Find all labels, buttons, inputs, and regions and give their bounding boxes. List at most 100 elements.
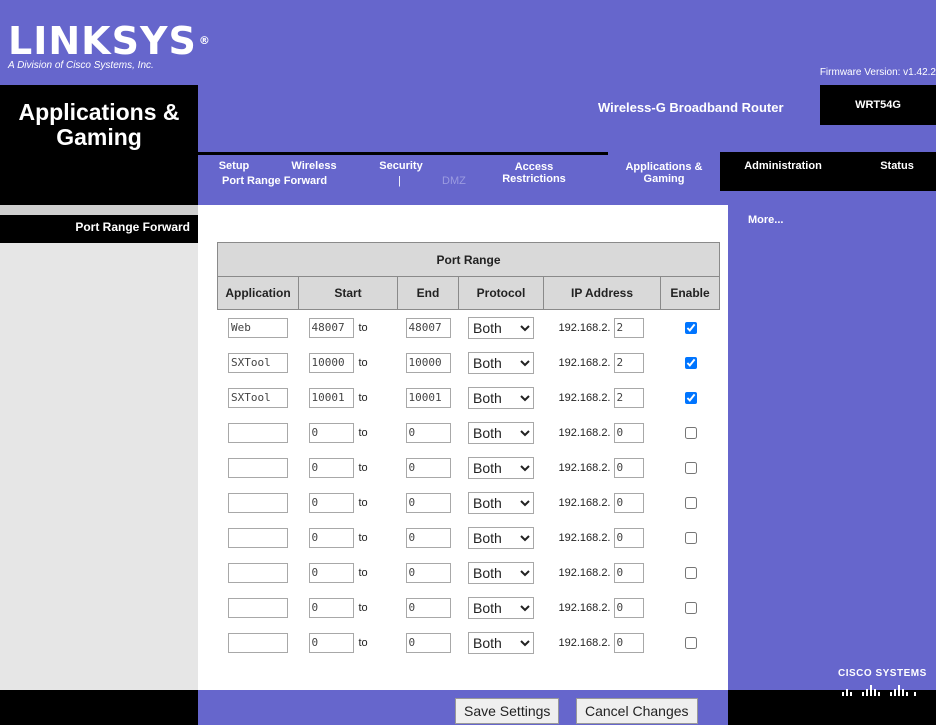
tab-access-restrictions[interactable]: Access Restrictions xyxy=(496,161,572,185)
end-port-input[interactable] xyxy=(405,387,451,408)
protocol-select[interactable]: Both xyxy=(468,561,534,584)
start-port-input[interactable] xyxy=(308,597,354,618)
tab-security[interactable]: Security xyxy=(373,160,429,172)
start-port-input[interactable] xyxy=(308,562,354,583)
application-cell xyxy=(218,380,299,415)
application-cell xyxy=(218,555,299,590)
subnav-port-range-forward[interactable]: Port Range Forward xyxy=(222,175,327,187)
tab-setup[interactable]: Setup xyxy=(212,160,256,172)
sidebar-panel xyxy=(0,243,198,690)
end-port-input[interactable] xyxy=(405,492,451,513)
application-name-input[interactable] xyxy=(228,562,288,583)
enable-checkbox[interactable] xyxy=(684,636,697,649)
ip-last-octet-input[interactable] xyxy=(613,457,644,478)
enable-cell xyxy=(661,310,720,346)
ip-last-octet-input[interactable] xyxy=(613,632,644,653)
end-cell xyxy=(398,520,459,555)
tab-wireless[interactable]: Wireless xyxy=(285,160,343,172)
ip-last-octet-input[interactable] xyxy=(613,317,644,338)
start-cell: to xyxy=(299,485,398,520)
application-name-input[interactable] xyxy=(228,492,288,513)
ip-cell: 192.168.2. xyxy=(544,380,661,415)
protocol-cell: Both xyxy=(459,555,544,590)
protocol-select[interactable]: Both xyxy=(468,526,534,549)
more-link[interactable]: More... xyxy=(748,214,783,226)
application-name-input[interactable] xyxy=(228,632,288,653)
start-port-input[interactable] xyxy=(308,422,354,443)
header-start: Start xyxy=(298,276,398,310)
start-port-input[interactable] xyxy=(308,632,354,653)
enable-checkbox[interactable] xyxy=(684,531,697,544)
ip-last-octet-input[interactable] xyxy=(613,422,644,443)
ip-last-octet-input[interactable] xyxy=(613,492,644,513)
protocol-select[interactable]: Both xyxy=(468,596,534,619)
protocol-select[interactable]: Both xyxy=(468,491,534,514)
start-port-input[interactable] xyxy=(308,492,354,513)
protocol-cell: Both xyxy=(459,345,544,380)
to-label: to xyxy=(358,426,368,439)
ip-last-octet-input[interactable] xyxy=(613,527,644,548)
protocol-select[interactable]: Both xyxy=(468,351,534,374)
to-label: to xyxy=(358,391,368,404)
application-name-input[interactable] xyxy=(228,387,288,408)
application-name-input[interactable] xyxy=(228,317,288,338)
application-name-input[interactable] xyxy=(228,597,288,618)
enable-checkbox[interactable] xyxy=(684,356,697,369)
header-ip-address: IP Address xyxy=(543,276,661,310)
start-port-input[interactable] xyxy=(308,457,354,478)
ip-prefix: 192.168.2. xyxy=(558,426,611,439)
end-port-input[interactable] xyxy=(405,352,451,373)
enable-checkbox[interactable] xyxy=(684,601,697,614)
end-cell xyxy=(398,450,459,485)
tab-administration[interactable]: Administration xyxy=(733,160,833,172)
tab-applications-gaming[interactable]: Applications & Gaming xyxy=(618,161,710,185)
to-label: to xyxy=(358,356,368,369)
subnav-separator: | xyxy=(398,175,401,187)
cancel-changes-button[interactable]: Cancel Changes xyxy=(576,698,698,724)
enable-checkbox[interactable] xyxy=(684,496,697,509)
table-row: to Both 192.168.2. xyxy=(218,555,720,590)
ip-prefix: 192.168.2. xyxy=(558,391,611,404)
end-port-input[interactable] xyxy=(405,562,451,583)
to-label: to xyxy=(358,601,368,614)
end-cell xyxy=(398,345,459,380)
enable-checkbox[interactable] xyxy=(684,391,697,404)
table-row: to Both 192.168.2. xyxy=(218,485,720,520)
ip-last-octet-input[interactable] xyxy=(613,352,644,373)
end-port-input[interactable] xyxy=(405,317,451,338)
start-cell: to xyxy=(299,310,398,346)
tab-status[interactable]: Status xyxy=(872,160,922,172)
cisco-systems-logo-text: CISCO SYSTEMS xyxy=(838,668,927,679)
protocol-select[interactable]: Both xyxy=(468,421,534,444)
end-port-input[interactable] xyxy=(405,527,451,548)
enable-checkbox[interactable] xyxy=(684,566,697,579)
to-label: to xyxy=(358,461,368,474)
enable-checkbox[interactable] xyxy=(684,321,697,334)
start-port-input[interactable] xyxy=(308,527,354,548)
start-port-input[interactable] xyxy=(308,352,354,373)
application-name-input[interactable] xyxy=(228,527,288,548)
protocol-select[interactable]: Both xyxy=(468,386,534,409)
protocol-select[interactable]: Both xyxy=(468,456,534,479)
end-port-input[interactable] xyxy=(405,457,451,478)
ip-last-octet-input[interactable] xyxy=(613,597,644,618)
port-range-table: Port Range Application Start End Protoco… xyxy=(217,242,720,660)
application-name-input[interactable] xyxy=(228,422,288,443)
ip-last-octet-input[interactable] xyxy=(613,387,644,408)
header-end: End xyxy=(397,276,459,310)
enable-checkbox[interactable] xyxy=(684,461,697,474)
protocol-select[interactable]: Both xyxy=(468,631,534,654)
enable-checkbox[interactable] xyxy=(684,426,697,439)
protocol-select[interactable]: Both xyxy=(468,316,534,339)
end-port-input[interactable] xyxy=(405,422,451,443)
application-name-input[interactable] xyxy=(228,457,288,478)
application-name-input[interactable] xyxy=(228,352,288,373)
start-port-input[interactable] xyxy=(308,317,354,338)
end-port-input[interactable] xyxy=(405,597,451,618)
end-port-input[interactable] xyxy=(405,632,451,653)
ip-last-octet-input[interactable] xyxy=(613,562,644,583)
ip-cell: 192.168.2. xyxy=(544,555,661,590)
save-settings-button[interactable]: Save Settings xyxy=(455,698,560,724)
subnav-dmz[interactable]: DMZ xyxy=(442,175,466,187)
start-port-input[interactable] xyxy=(308,387,354,408)
